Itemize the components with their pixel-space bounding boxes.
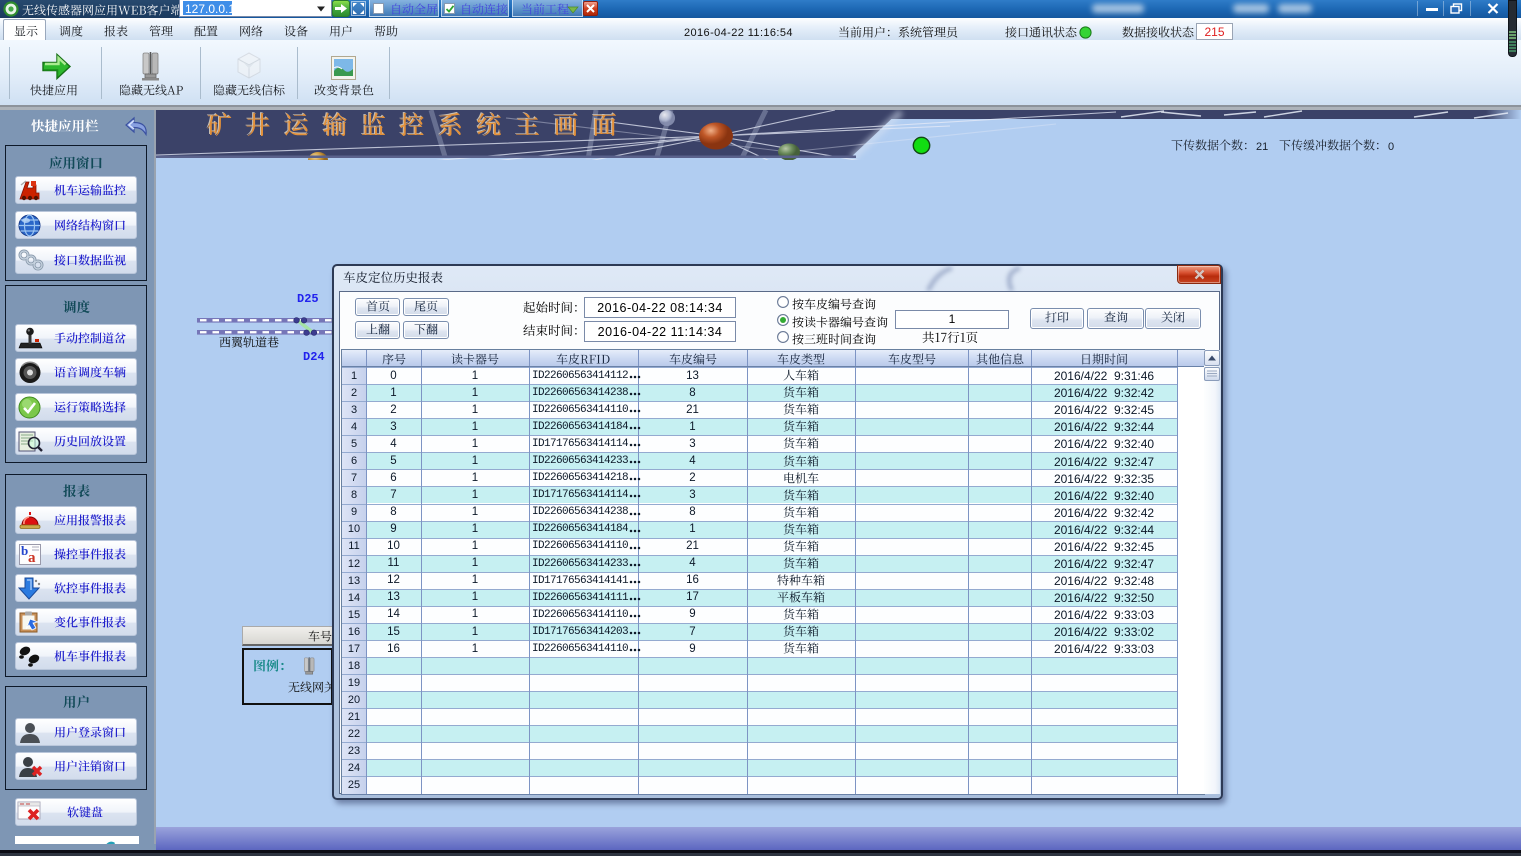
svg-text:a: a	[28, 550, 36, 566]
